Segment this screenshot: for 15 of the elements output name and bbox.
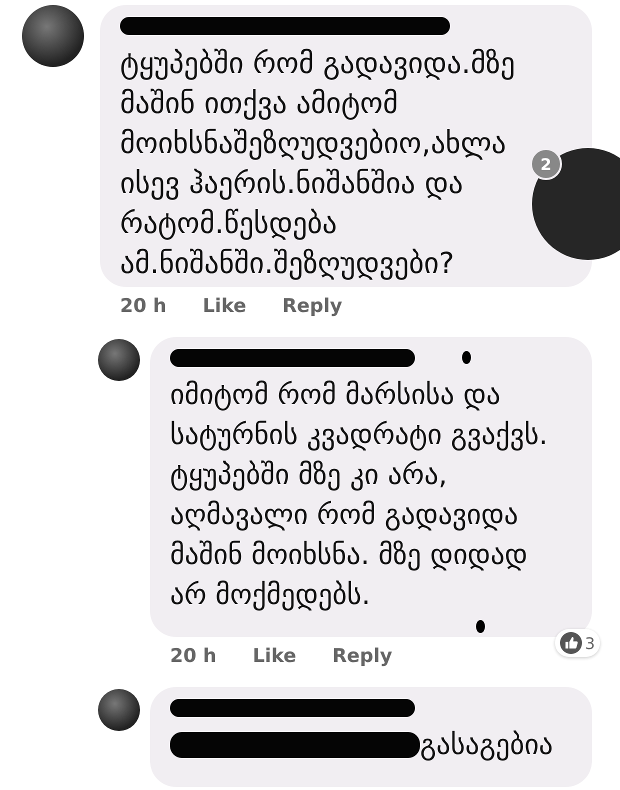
dot-mark [476,620,485,633]
avatar[interactable] [98,689,140,731]
action-link[interactable]: Reply [332,645,392,673]
avatar[interactable] [98,339,140,381]
comment-text: გასაგებია [420,727,554,763]
action-link[interactable]: Reply [282,295,342,323]
timestamp: 20 h [170,645,217,669]
timestamp: 20 h [120,295,167,319]
comment-text: ტყუპებში რომ გადავიდა.მზე მაშინ ითქვა ამიტომ მოიხსნაშეზღუდვებიო,ახლა ისევ ჰაერის.ნიშანშია და რატომ.წესდება ამ.ნიშანში.შეზღუდვები? [120,45,516,282]
action-link[interactable]: Like [202,295,246,323]
comment-text: იმიტომ რომ მარსისა და სატურნის კვადრატი გვაქვს. ტყუპებში მზე კი არა, აღმავალი რომ გადავიდა მაშინ მოიხსნა. მზე დიდად არ მოქმედებს. [170,377,548,613]
reaction-count[interactable]: 3 [554,629,600,657]
dot-mark [462,351,471,364]
thumbs-up-icon [560,632,582,654]
action-link[interactable]: Like [252,645,296,673]
